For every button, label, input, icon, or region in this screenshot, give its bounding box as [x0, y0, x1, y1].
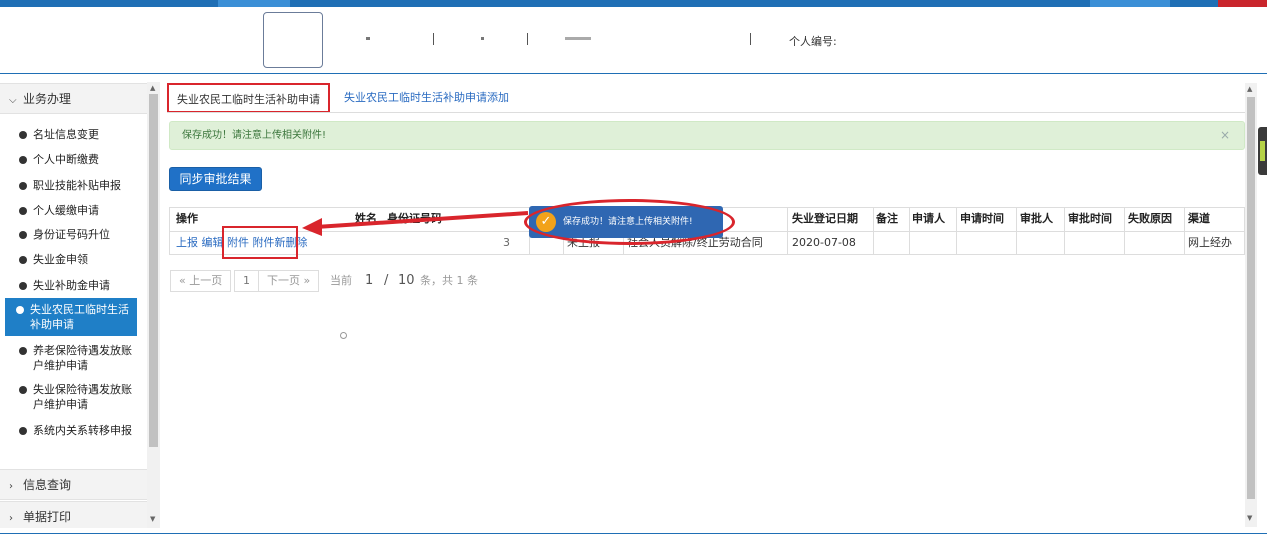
- footer-divider: [0, 533, 1267, 534]
- scrollbar-thumb[interactable]: [1247, 97, 1255, 499]
- scroll-down-icon[interactable]: ▼: [1247, 514, 1252, 522]
- widget-indicator: [1260, 141, 1265, 161]
- annotation-arrow: [302, 211, 529, 236]
- side-widget-handle[interactable]: [1258, 127, 1267, 175]
- main-scrollbar[interactable]: ▲ ▼: [1245, 83, 1257, 527]
- scroll-up-icon[interactable]: ▲: [1247, 85, 1252, 93]
